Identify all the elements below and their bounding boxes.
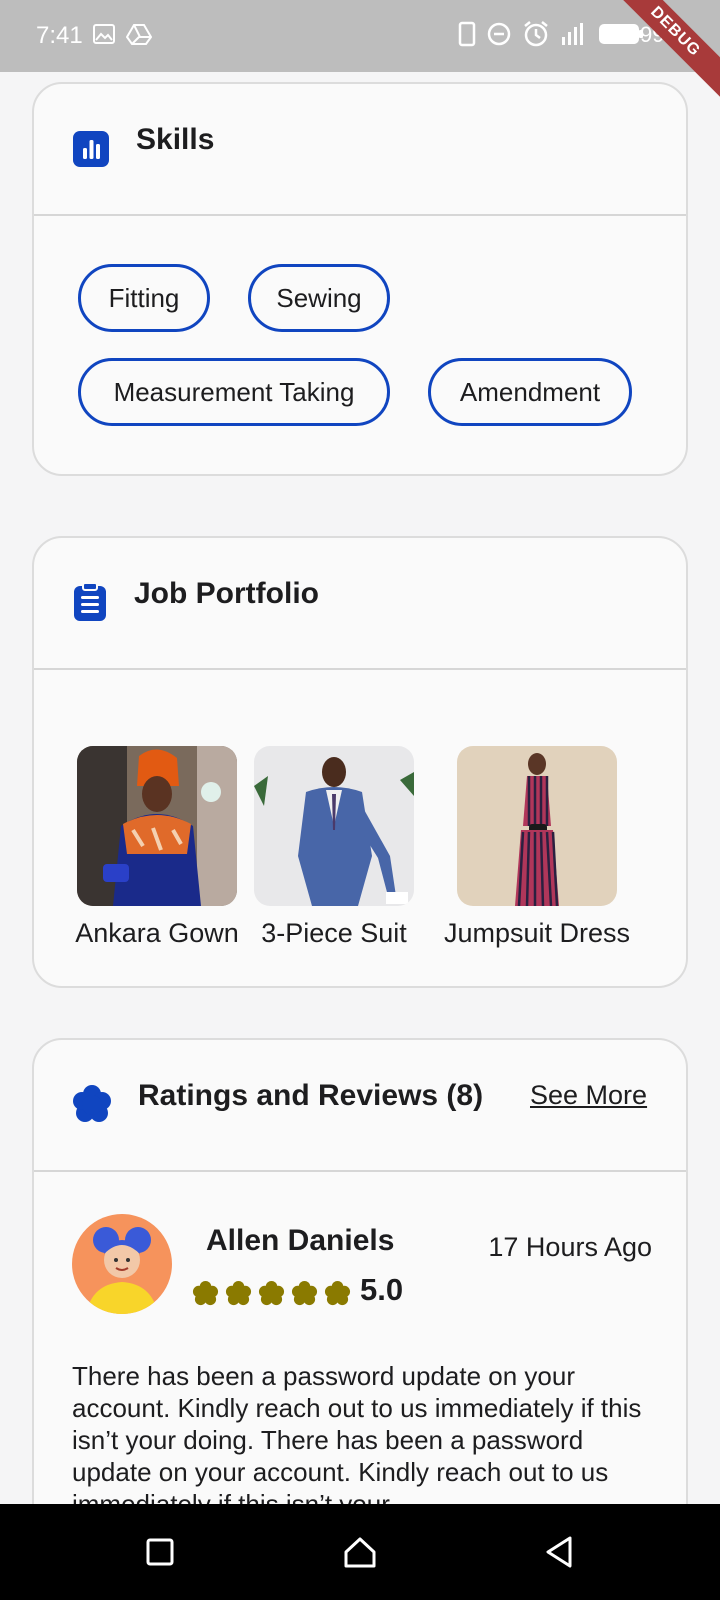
- portfolio-caption: Ankara Gown: [75, 918, 239, 948]
- skill-chip-amendment[interactable]: Amendment: [428, 358, 632, 426]
- vibrate-icon: [458, 21, 476, 47]
- clipboard-icon: [74, 582, 106, 621]
- skill-chip-measurement-taking[interactable]: Measurement Taking: [78, 358, 390, 426]
- alarm-icon: [524, 21, 548, 47]
- star-icon: [225, 1280, 252, 1306]
- skills-title: Skills: [136, 123, 215, 156]
- reviewer-name: Allen Daniels: [206, 1224, 395, 1257]
- bar-chart-icon: [73, 131, 109, 167]
- app-screen: 7:41 99% DEBUG Skills Fitting Sewing: [0, 0, 720, 1600]
- dnd-icon: [487, 22, 511, 46]
- drive-icon: [126, 24, 152, 45]
- image-icon: [93, 24, 115, 44]
- home-icon[interactable]: [340, 1532, 380, 1572]
- battery-icon: [599, 24, 643, 44]
- ankara-gown-image: [77, 746, 237, 906]
- star-icon: [324, 1280, 351, 1306]
- status-icons-left: [92, 22, 152, 46]
- flower-badge-icon: [73, 1085, 111, 1122]
- system-nav-bar: [0, 1504, 720, 1600]
- status-time: 7:41: [36, 22, 83, 49]
- signal-icon: [562, 23, 583, 45]
- skill-chip-fitting[interactable]: Fitting: [78, 264, 210, 332]
- portfolio-item[interactable]: Jumpsuit Dress: [432, 746, 642, 949]
- reviews-title: Ratings and Reviews (8): [138, 1079, 484, 1112]
- portfolio-title: Job Portfolio: [134, 577, 319, 610]
- avatar: [72, 1214, 172, 1314]
- skills-card: Skills Fitting Sewing Measurement Taking…: [32, 82, 688, 476]
- portfolio-item[interactable]: 3-Piece Suit: [254, 746, 414, 949]
- star-icon: [192, 1280, 219, 1306]
- recent-apps-icon[interactable]: [140, 1532, 180, 1572]
- portfolio-card: Job Portfolio Ankara Gown 3-Piece Suit J…: [32, 536, 688, 988]
- skills-header: Skills: [34, 84, 686, 216]
- three-piece-suit-image: [254, 746, 414, 906]
- portfolio-caption: Jumpsuit Dress: [443, 918, 631, 948]
- skill-chip-sewing[interactable]: Sewing: [248, 264, 390, 332]
- star-icon: [258, 1280, 285, 1306]
- star-rating: [192, 1280, 351, 1307]
- reviews-header: Ratings and Reviews (8) See More: [34, 1040, 686, 1172]
- status-icons-right: [458, 20, 644, 48]
- portfolio-caption: 3-Piece Suit: [261, 918, 407, 948]
- back-icon[interactable]: [540, 1532, 580, 1572]
- see-more-link[interactable]: See More: [530, 1080, 647, 1111]
- review-text: There has been a password update on your…: [72, 1361, 642, 1519]
- status-bar: 7:41 99% DEBUG: [0, 0, 720, 103]
- jumpsuit-dress-image: [457, 746, 617, 906]
- star-icon: [291, 1280, 318, 1306]
- portfolio-item[interactable]: Ankara Gown: [74, 746, 240, 949]
- rating-value: 5.0: [360, 1272, 404, 1307]
- review-timestamp: 17 Hours Ago: [488, 1232, 652, 1262]
- portfolio-header: Job Portfolio: [34, 538, 686, 670]
